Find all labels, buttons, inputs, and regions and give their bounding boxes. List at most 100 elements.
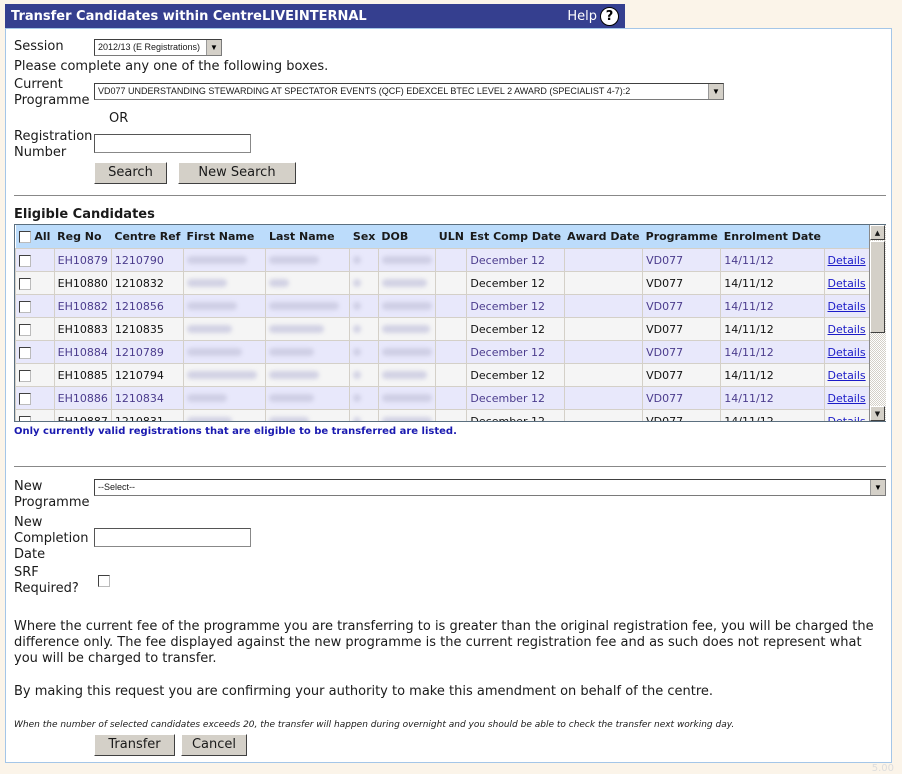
col-last-name: Last Name: [265, 225, 350, 249]
details-cell: Details: [823, 363, 871, 387]
new-completion-date-input[interactable]: [94, 528, 251, 547]
dob-cell: [377, 409, 437, 421]
programme-cell: VD077: [642, 294, 722, 318]
redacted-value: [353, 255, 362, 264]
enrolment-date-cell: 14/11/12: [720, 271, 825, 295]
redacted-value: [381, 278, 427, 287]
details-link[interactable]: Details: [828, 323, 866, 336]
redacted-value: [269, 347, 315, 356]
enrolment-date-cell: 14/11/12: [720, 294, 825, 318]
new-programme-select[interactable]: --Select-- ▼: [94, 479, 886, 496]
award-date-cell: [563, 386, 644, 410]
row-checkbox[interactable]: [19, 323, 31, 336]
first-name-cell: [182, 294, 267, 318]
details-cell: Details: [823, 271, 871, 295]
uln-cell: [435, 386, 468, 410]
chevron-down-icon: ▼: [206, 40, 221, 55]
programme-cell: VD077: [642, 340, 722, 364]
details-link[interactable]: Details: [828, 300, 866, 313]
sex-cell: [349, 409, 379, 421]
enrolment-date-cell: 14/11/12: [720, 386, 825, 410]
details-link[interactable]: Details: [828, 254, 866, 267]
question-circle-icon: ?: [600, 7, 619, 26]
redacted-value: [269, 278, 290, 287]
programme-cell: VD077: [642, 271, 722, 295]
col-uln: ULN: [435, 225, 467, 249]
enrolment-date-cell: 14/11/12: [720, 248, 825, 272]
row-checkbox[interactable]: [19, 254, 31, 267]
row-checkbox[interactable]: [19, 415, 31, 421]
uln-cell: [435, 248, 468, 272]
page-title: Transfer Candidates within CentreLIVEINT…: [11, 9, 367, 24]
dob-cell: [377, 317, 437, 341]
row-checkbox[interactable]: [19, 346, 31, 359]
scroll-thumb[interactable]: [870, 241, 885, 333]
col-dob: DOB: [378, 225, 436, 249]
centre-ref-cell: 1210789: [110, 340, 184, 364]
dob-cell: [377, 340, 437, 364]
row-checkbox[interactable]: [19, 277, 31, 290]
details-cell: Details: [823, 294, 871, 318]
details-link[interactable]: Details: [828, 415, 866, 422]
redacted-value: [269, 393, 315, 402]
registration-number-label: Registration Number: [14, 129, 93, 160]
redacted-value: [381, 393, 432, 402]
search-button[interactable]: Search: [94, 162, 167, 184]
row-checkbox[interactable]: [19, 392, 31, 405]
details-link[interactable]: Details: [828, 392, 866, 405]
uln-cell: [435, 317, 468, 341]
table-row: EH10882 1210856 December 12 VD077 14/11/12 De…: [15, 294, 871, 318]
est-comp-date-cell: December 12: [466, 248, 565, 272]
chevron-down-icon: ▼: [870, 480, 885, 495]
dob-cell: [377, 248, 437, 272]
redacted-value: [381, 416, 432, 421]
current-programme-select[interactable]: VD077 UNDERSTANDING STEWARDING AT SPECTA…: [94, 83, 724, 100]
reg-no-cell: EH10880: [53, 271, 112, 295]
row-select-cell: [15, 248, 55, 272]
new-search-button[interactable]: New Search: [178, 162, 296, 184]
row-select-cell: [15, 340, 55, 364]
new-completion-date-label: New Completion Date: [14, 515, 89, 562]
programme-cell: VD077: [642, 248, 722, 272]
details-link[interactable]: Details: [828, 346, 866, 359]
award-date-cell: [563, 409, 644, 421]
select-all-checkbox[interactable]: [18, 231, 31, 243]
session-select[interactable]: 2012/13 (E Registrations) ▼: [94, 39, 222, 56]
col-reg-no: Reg No: [54, 225, 112, 249]
candidates-grid: All Reg No Centre Ref First Name Last Na…: [14, 224, 886, 422]
registration-number-input[interactable]: [94, 134, 251, 153]
details-link[interactable]: Details: [828, 277, 866, 290]
uln-cell: [435, 271, 468, 295]
row-checkbox[interactable]: [19, 369, 31, 382]
help-link[interactable]: Help ?: [567, 7, 619, 26]
enrolment-date-cell: 14/11/12: [720, 340, 825, 364]
title-bar: Transfer Candidates within CentreLIVEINT…: [5, 4, 625, 28]
redacted-value: [186, 301, 237, 310]
sex-cell: [349, 340, 379, 364]
scroll-down-icon[interactable]: ▼: [870, 406, 885, 421]
scroll-up-icon[interactable]: ▲: [870, 225, 885, 240]
session-select-value: 2012/13 (E Registrations): [98, 42, 201, 52]
table-row: EH10887 1210831 December 12 VD077 14/11/12 De…: [15, 409, 871, 422]
redacted-value: [186, 370, 257, 379]
redacted-value: [353, 278, 362, 287]
dob-cell: [377, 386, 437, 410]
table-row: EH10886 1210834 December 12 VD077 14/11/12 De…: [15, 386, 871, 410]
centre-ref-cell: 1210831: [110, 409, 184, 421]
enrolment-date-cell: 14/11/12: [720, 363, 825, 387]
uln-cell: [435, 294, 468, 318]
reg-no-cell: EH10887: [53, 409, 112, 421]
row-checkbox[interactable]: [19, 300, 31, 313]
redacted-value: [186, 347, 242, 356]
transfer-button[interactable]: Transfer: [94, 734, 175, 756]
sex-cell: [349, 317, 379, 341]
srf-required-checkbox[interactable]: [98, 575, 110, 587]
divider: [14, 466, 886, 467]
reg-no-cell: EH10886: [53, 386, 112, 410]
details-cell: Details: [823, 248, 871, 272]
details-link[interactable]: Details: [828, 369, 866, 382]
dob-cell: [377, 271, 437, 295]
redacted-value: [353, 324, 362, 333]
cancel-button[interactable]: Cancel: [181, 734, 247, 756]
grid-scrollbar[interactable]: ▲ ▼: [869, 225, 886, 421]
